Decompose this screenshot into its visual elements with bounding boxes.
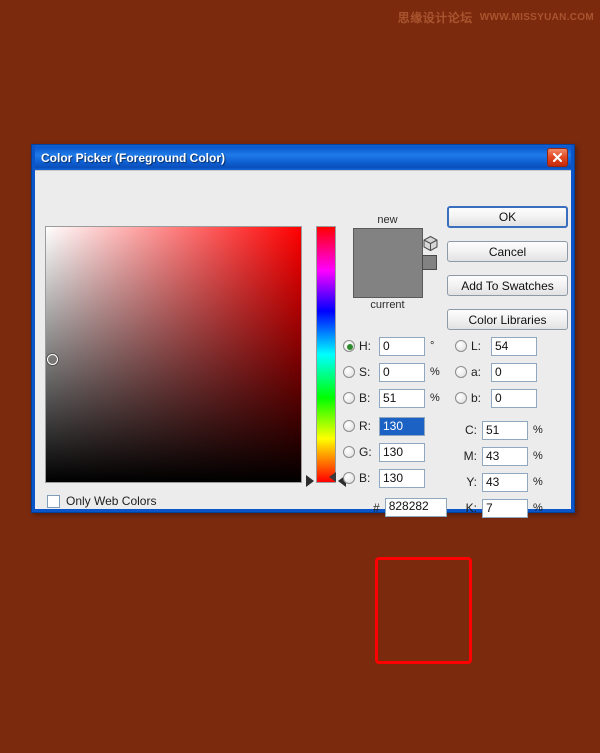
input-brightness[interactable]: 51: [379, 389, 425, 408]
saturation-brightness-field[interactable]: [45, 226, 302, 483]
lab-field-group: L: 54 a: 0 b: 0: [455, 333, 537, 411]
add-to-swatches-button[interactable]: Add To Swatches: [447, 275, 568, 296]
current-color-swatch[interactable]: [354, 263, 422, 297]
input-lab-a[interactable]: 0: [491, 363, 537, 382]
only-web-colors-checkbox[interactable]: [47, 495, 60, 508]
input-black[interactable]: 7: [482, 499, 528, 518]
input-hue[interactable]: 0: [379, 337, 425, 356]
input-magenta[interactable]: 43: [482, 447, 528, 466]
dialog-titlebar[interactable]: Color Picker (Foreground Color): [35, 145, 571, 170]
label-cyan: C:: [455, 423, 477, 437]
hex-sign: #: [373, 501, 380, 515]
color-preview-block: new current: [345, 213, 430, 312]
color-warning-icons: [422, 235, 442, 270]
label-hue: H:: [359, 339, 379, 353]
radio-hue[interactable]: [343, 340, 355, 352]
hsb-row-s: S: 0 %: [343, 359, 440, 385]
dialog-body: Only Web Colors new current H: 0: [35, 170, 571, 509]
label-lab-a: a:: [471, 365, 491, 379]
cmyk-row-c: C: 51 %: [455, 417, 543, 443]
new-color-swatch[interactable]: [354, 229, 422, 263]
label-yellow: Y:: [455, 475, 477, 489]
cmyk-row-y: Y: 43 %: [455, 469, 543, 495]
close-button[interactable]: [547, 148, 568, 167]
hsb-row-b: B: 51 %: [343, 385, 440, 411]
only-web-colors-label: Only Web Colors: [66, 494, 156, 508]
input-lab-b[interactable]: 0: [491, 389, 537, 408]
hue-slider[interactable]: [316, 226, 336, 483]
input-green[interactable]: 130: [379, 443, 425, 462]
unit-saturation: %: [430, 366, 440, 378]
cancel-button[interactable]: Cancel: [447, 241, 568, 262]
watermark: 思缘设计论坛 WWW.MISSYUAN.COM: [398, 9, 594, 26]
radio-blue[interactable]: [343, 472, 355, 484]
current-color-label: current: [345, 298, 430, 312]
watermark-url: WWW.MISSYUAN.COM: [480, 12, 594, 23]
unit-magenta: %: [533, 450, 543, 462]
annotation-rectangle: [375, 557, 472, 664]
rgb-field-group: R: 130 G: 130 B: 130: [343, 413, 425, 491]
input-hex[interactable]: 828282: [385, 498, 447, 517]
lab-row-a: a: 0: [455, 359, 537, 385]
unit-black: %: [533, 502, 543, 514]
hue-marker-left-icon[interactable]: [306, 475, 314, 487]
unit-yellow: %: [533, 476, 543, 488]
hue-slider-area: [316, 226, 336, 483]
cmyk-row-k: K: 7 %: [455, 495, 543, 521]
watermark-brand: 思缘设计论坛: [398, 9, 473, 26]
web-safe-color-swatch[interactable]: [422, 255, 437, 270]
label-black: K:: [455, 501, 477, 515]
radio-saturation[interactable]: [343, 366, 355, 378]
lab-row-b: b: 0: [455, 385, 537, 411]
label-green: G:: [359, 445, 379, 459]
cube-icon[interactable]: [422, 235, 439, 252]
unit-hue: °: [430, 340, 434, 352]
color-preview-swatches[interactable]: [353, 228, 423, 298]
unit-brightness: %: [430, 392, 440, 404]
color-libraries-button[interactable]: Color Libraries: [447, 309, 568, 330]
color-picker-dialog: Color Picker (Foreground Color) Only Web…: [31, 144, 575, 513]
label-red: R:: [359, 419, 379, 433]
hsb-field-group: H: 0 ° S: 0 % B: 51 %: [343, 333, 440, 411]
color-field-area: [45, 226, 302, 483]
cmyk-field-group: C: 51 % M: 43 % Y: 43 % K: 7 %: [455, 417, 543, 521]
ok-button[interactable]: OK: [447, 206, 568, 228]
hex-field-row: # 828282: [373, 498, 447, 517]
input-saturation[interactable]: 0: [379, 363, 425, 382]
new-color-label: new: [345, 213, 430, 227]
label-saturation: S:: [359, 365, 379, 379]
rgb-row-g: G: 130: [343, 439, 425, 465]
radio-red[interactable]: [343, 420, 355, 432]
label-brightness: B:: [359, 391, 379, 405]
close-icon: [552, 152, 563, 163]
dialog-buttons: OK Cancel Add To Swatches Color Librarie…: [447, 206, 568, 343]
label-magenta: M:: [455, 449, 477, 463]
rgb-row-r: R: 130: [343, 413, 425, 439]
input-yellow[interactable]: 43: [482, 473, 528, 492]
radio-lab-a[interactable]: [455, 366, 467, 378]
radio-lab-b[interactable]: [455, 392, 467, 404]
only-web-colors-row[interactable]: Only Web Colors: [47, 494, 156, 508]
rgb-row-b: B: 130: [343, 465, 425, 491]
dialog-title: Color Picker (Foreground Color): [41, 151, 547, 165]
input-blue[interactable]: 130: [379, 469, 425, 488]
input-red[interactable]: 130: [379, 417, 425, 436]
radio-green[interactable]: [343, 446, 355, 458]
label-blue: B:: [359, 471, 379, 485]
unit-cyan: %: [533, 424, 543, 436]
cmyk-row-m: M: 43 %: [455, 443, 543, 469]
input-cyan[interactable]: 51: [482, 421, 528, 440]
nudge-left-icon[interactable]: [329, 472, 336, 482]
hsb-row-h: H: 0 °: [343, 333, 440, 359]
label-lab-b: b:: [471, 391, 491, 405]
radio-brightness[interactable]: [343, 392, 355, 404]
